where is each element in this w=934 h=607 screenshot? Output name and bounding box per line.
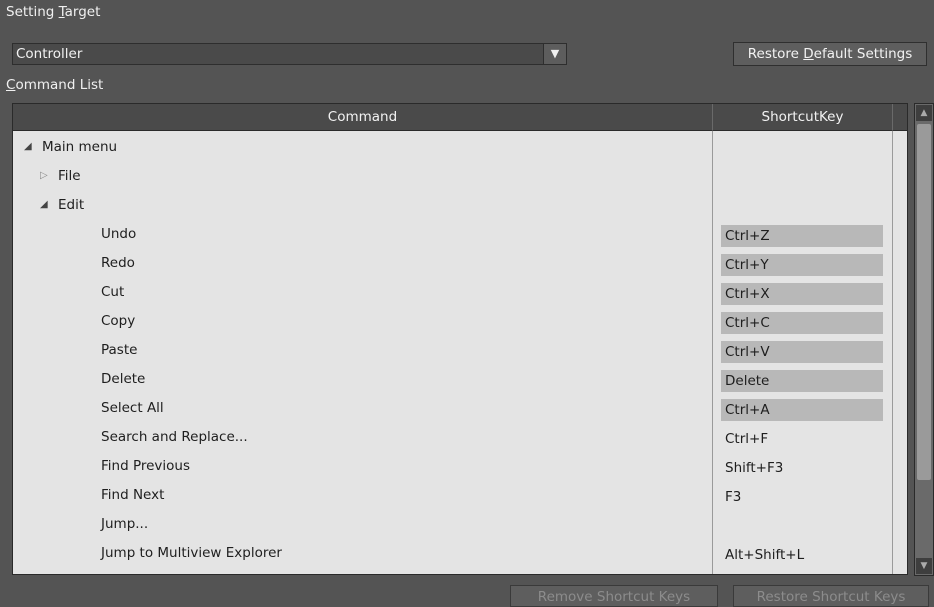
command-cell: Redo — [101, 255, 135, 271]
table-row[interactable]: Find Previous Shift+F3 — [13, 454, 893, 483]
shortcut-key-cell[interactable]: Ctrl+Y — [721, 254, 883, 276]
tree-collapsed-icon[interactable]: ▷ — [40, 170, 48, 181]
command-cell: Find Previous — [101, 458, 191, 474]
dropdown-arrow-icon[interactable]: ▼ — [543, 44, 566, 64]
restore-default-settings-button[interactable]: Restore Default Settings — [733, 42, 927, 66]
column-header-filler — [893, 104, 907, 131]
shortcut-key-cell[interactable]: Ctrl+F — [721, 428, 883, 450]
table-row[interactable]: Jump... — [13, 512, 893, 541]
command-cell: Edit — [58, 197, 85, 213]
command-grid: Command ShortcutKey ◢ Main menu ▷ File ◢ Edit… — [12, 103, 908, 575]
table-row[interactable]: Search and Replace... Ctrl+F — [13, 425, 893, 454]
command-cell: Copy — [101, 313, 136, 329]
shortcut-key-cell[interactable]: Ctrl+V — [721, 341, 883, 363]
command-cell: Search and Replace... — [101, 429, 248, 445]
command-cell: Undo — [101, 226, 137, 242]
shortcut-key-cell[interactable]: Ctrl+Z — [721, 225, 883, 247]
scroll-thumb[interactable] — [917, 124, 931, 480]
remove-shortcut-keys-button[interactable]: Remove Shortcut Keys — [510, 585, 718, 607]
vertical-scrollbar[interactable]: ▲ ▼ — [914, 103, 934, 576]
table-row[interactable]: Select All Ctrl+A — [13, 396, 893, 425]
shortcut-key-cell[interactable]: Alt+Shift+L — [721, 544, 883, 566]
shortcut-key-cell[interactable] — [721, 196, 883, 218]
command-cell: Select All — [101, 400, 164, 416]
command-cell: Delete — [101, 371, 146, 387]
shortcut-key-cell[interactable]: Delete — [721, 370, 883, 392]
command-cell: Jump to Multiview Explorer — [101, 545, 282, 561]
table-row[interactable]: Jump to Multiview Explorer Alt+Shift+L — [13, 541, 893, 570]
command-cell: Find Next — [101, 487, 165, 503]
table-row[interactable]: ◢ Edit — [13, 193, 893, 222]
shortcut-key-cell[interactable]: Ctrl+C — [721, 312, 883, 334]
scroll-up-icon[interactable]: ▲ — [916, 105, 932, 121]
command-cell: Cut — [101, 284, 125, 300]
shortcut-key-cell[interactable] — [721, 167, 883, 189]
column-header-shortcutkey[interactable]: ShortcutKey — [713, 104, 893, 131]
table-row[interactable]: Delete Delete — [13, 367, 893, 396]
setting-target-value: Controller — [16, 46, 83, 62]
column-header-command[interactable]: Command — [13, 104, 713, 131]
table-row[interactable]: Paste Ctrl+V — [13, 338, 893, 367]
table-row[interactable]: Redo Ctrl+Y — [13, 251, 893, 280]
tree-expanded-icon[interactable]: ◢ — [40, 199, 48, 210]
command-list-label: Command List — [6, 77, 104, 93]
command-cell: File — [58, 168, 81, 184]
table-row[interactable]: Undo Ctrl+Z — [13, 222, 893, 251]
table-row[interactable]: Cut Ctrl+X — [13, 280, 893, 309]
setting-target-label: Setting Target — [6, 4, 101, 20]
restore-shortcut-keys-button[interactable]: Restore Shortcut Keys — [733, 585, 929, 607]
tree-expanded-icon[interactable]: ◢ — [24, 141, 32, 152]
table-row[interactable]: ▷ File — [13, 164, 893, 193]
setting-target-select[interactable]: Controller ▼ — [12, 43, 567, 65]
shortcut-key-cell[interactable] — [721, 515, 883, 537]
command-cell: Main menu — [42, 139, 118, 155]
table-row[interactable]: ◢ Main menu — [13, 135, 893, 164]
table-row[interactable]: Find Next F3 — [13, 483, 893, 512]
scroll-down-icon[interactable]: ▼ — [916, 558, 932, 574]
command-cell: Jump... — [101, 516, 149, 532]
table-row[interactable]: Copy Ctrl+C — [13, 309, 893, 338]
shortcut-key-cell[interactable] — [721, 138, 883, 160]
shortcut-key-cell[interactable]: F3 — [721, 486, 883, 508]
shortcut-key-cell[interactable]: Shift+F3 — [721, 457, 883, 479]
shortcut-key-cell[interactable]: Ctrl+X — [721, 283, 883, 305]
shortcut-key-cell[interactable]: Ctrl+A — [721, 399, 883, 421]
command-cell: Paste — [101, 342, 138, 358]
